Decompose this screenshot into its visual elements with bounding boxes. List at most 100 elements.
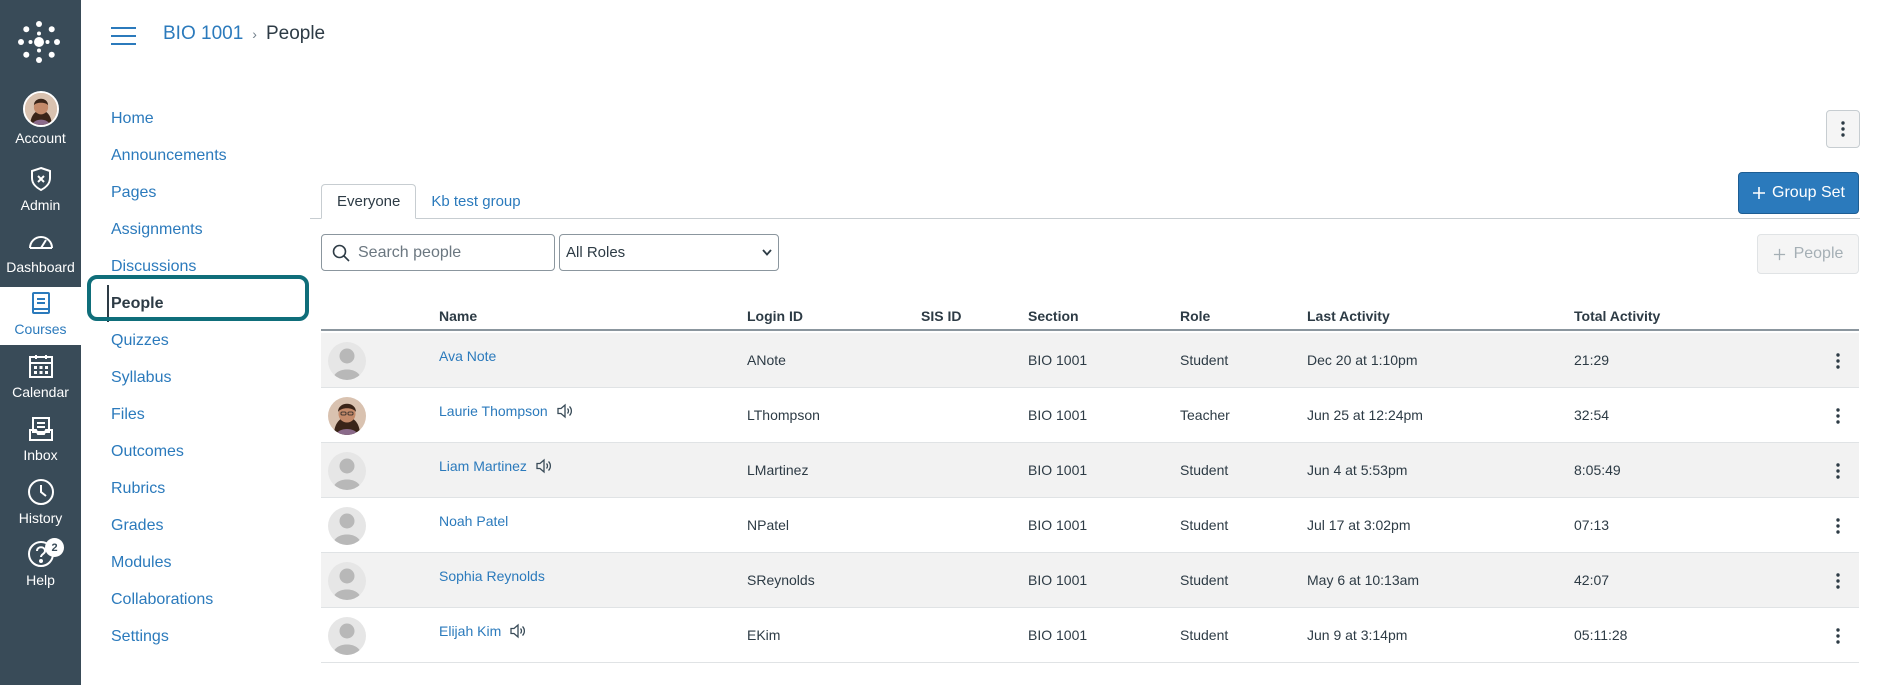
course-nav-outcomes[interactable]: Outcomes xyxy=(111,433,311,470)
course-nav-files[interactable]: Files xyxy=(111,396,311,433)
role: Teacher xyxy=(1180,407,1230,423)
avatar[interactable] xyxy=(328,562,366,600)
section: BIO 1001 xyxy=(1028,517,1088,533)
canvas-logo-icon[interactable] xyxy=(17,20,61,64)
table-row: Laurie Thompson LThompson BIO 1001 Teacher J… xyxy=(321,388,1859,443)
course-nav-settings[interactable]: Settings xyxy=(111,618,311,655)
user-name-link[interactable]: Sophia Reynolds xyxy=(439,568,545,584)
row-options-kebab-icon[interactable] xyxy=(1828,569,1848,593)
course-nav-pages[interactable]: Pages xyxy=(111,174,311,211)
total-activity: 21:29 xyxy=(1574,352,1610,368)
global-nav-account[interactable]: Account xyxy=(0,90,81,152)
search-people-input[interactable] xyxy=(358,243,538,262)
login-id: SReynolds xyxy=(747,572,815,588)
pronunciation-speaker-icon[interactable] xyxy=(509,623,527,639)
user-name-link[interactable]: Liam Martinez xyxy=(439,458,553,474)
roles-select[interactable]: All Roles xyxy=(559,234,779,271)
tabs-divider xyxy=(310,218,1860,219)
breadcrumb-course-link[interactable]: BIO 1001 xyxy=(163,23,243,45)
avatar[interactable] xyxy=(328,617,366,655)
user-name-link[interactable]: Elijah Kim xyxy=(439,623,527,639)
last-activity: Dec 20 at 1:10pm xyxy=(1307,352,1418,368)
row-options-kebab-icon[interactable] xyxy=(1828,349,1848,373)
global-nav-admin[interactable]: Admin xyxy=(0,163,81,225)
global-nav-history[interactable]: History xyxy=(0,476,81,538)
add-people-button[interactable]: People xyxy=(1757,234,1859,274)
user-name-link[interactable]: Ava Note xyxy=(439,348,496,364)
course-nav-syllabus[interactable]: Syllabus xyxy=(111,359,311,396)
login-id: ANote xyxy=(747,352,786,368)
avatar[interactable] xyxy=(328,452,366,490)
user-name[interactable]: Laurie Thompson xyxy=(439,403,548,419)
group-set-label: Group Set xyxy=(1772,184,1845,201)
avatar[interactable] xyxy=(328,507,366,545)
column-header-name[interactable]: Name xyxy=(439,308,477,324)
role: Student xyxy=(1180,517,1229,533)
column-header-sis-id: SIS ID xyxy=(921,308,962,324)
total-activity: 05:11:28 xyxy=(1574,627,1628,643)
course-nav-modules[interactable]: Modules xyxy=(111,544,311,581)
global-nav-label: Admin xyxy=(20,197,61,213)
global-nav-dashboard[interactable]: Dashboard xyxy=(0,225,81,287)
row-options-kebab-icon[interactable] xyxy=(1828,404,1848,428)
row-options-kebab-icon[interactable] xyxy=(1828,514,1848,538)
user-name[interactable]: Sophia Reynolds xyxy=(439,568,545,584)
avatar[interactable] xyxy=(328,397,366,435)
inbox-icon xyxy=(28,413,54,445)
total-activity: 07:13 xyxy=(1574,517,1610,533)
course-nav-quizzes[interactable]: Quizzes xyxy=(111,322,311,359)
section: BIO 1001 xyxy=(1028,462,1088,478)
global-nav-courses[interactable]: Courses xyxy=(0,287,81,345)
page-options-kebab-icon[interactable] xyxy=(1826,110,1860,148)
course-nav-announcements[interactable]: Announcements xyxy=(111,137,311,174)
user-name-link[interactable]: Noah Patel xyxy=(439,513,508,529)
column-header-role: Role xyxy=(1180,308,1211,324)
global-nav-label: Account xyxy=(15,130,66,146)
row-options-kebab-icon[interactable] xyxy=(1828,459,1848,483)
role: Student xyxy=(1180,462,1229,478)
global-nav-label: Courses xyxy=(14,321,67,337)
table-row: Ava Note ANote BIO 1001 Student Dec 20 at 1:… xyxy=(321,333,1859,388)
pronunciation-speaker-icon[interactable] xyxy=(556,403,574,419)
total-activity: 32:54 xyxy=(1574,407,1610,423)
tab-kb-test-group[interactable]: Kb test group xyxy=(416,184,535,219)
breadcrumb-separator: › xyxy=(252,26,257,42)
global-nav-inbox[interactable]: Inbox xyxy=(0,413,81,475)
course-nav-people[interactable]: People xyxy=(107,285,311,322)
table-row: Noah Patel NPatel BIO 1001 Student Jul 17 at… xyxy=(321,498,1859,553)
add-group-set-button[interactable]: Group Set xyxy=(1738,172,1859,214)
account-avatar xyxy=(22,91,59,127)
course-nav-collaborations[interactable]: Collaborations xyxy=(111,581,311,618)
column-header-total-activity: Total Activity xyxy=(1574,308,1661,324)
course-nav-discussions[interactable]: Discussions xyxy=(111,248,311,285)
dashboard-icon xyxy=(27,225,55,257)
user-name[interactable]: Noah Patel xyxy=(439,513,508,529)
login-id: LMartinez xyxy=(747,462,809,478)
total-activity: 42:07 xyxy=(1574,572,1610,588)
avatar[interactable] xyxy=(328,342,366,380)
user-name[interactable]: Liam Martinez xyxy=(439,458,527,474)
breadcrumb: BIO 1001 › People xyxy=(163,23,325,45)
last-activity: Jun 25 at 12:24pm xyxy=(1307,407,1423,423)
hamburger-menu-icon[interactable] xyxy=(111,27,136,45)
global-nav-calendar[interactable]: Calendar xyxy=(0,350,81,412)
pronunciation-speaker-icon[interactable] xyxy=(535,458,553,474)
login-id: LThompson xyxy=(747,407,820,423)
row-options-kebab-icon[interactable] xyxy=(1828,624,1848,648)
global-nav: Account Admin Dashboard Courses Calendar… xyxy=(0,0,81,685)
course-nav-assignments[interactable]: Assignments xyxy=(111,211,311,248)
course-nav-grades[interactable]: Grades xyxy=(111,507,311,544)
people-tabs: Everyone Kb test group xyxy=(321,184,536,219)
user-name[interactable]: Ava Note xyxy=(439,348,496,364)
user-name-link[interactable]: Laurie Thompson xyxy=(439,403,574,419)
course-nav-home[interactable]: Home xyxy=(111,100,311,137)
tab-everyone[interactable]: Everyone xyxy=(321,184,417,219)
total-activity: 8:05:49 xyxy=(1574,462,1621,478)
add-people-label: People xyxy=(1793,245,1844,262)
table-row: Elijah Kim EKim BIO 1001 Student Jun 9 at 3:… xyxy=(321,608,1859,663)
section: BIO 1001 xyxy=(1028,407,1088,423)
global-nav-help[interactable]: 2 Help xyxy=(0,538,81,600)
course-nav-rubrics[interactable]: Rubrics xyxy=(111,470,311,507)
user-name[interactable]: Elijah Kim xyxy=(439,623,501,639)
book-icon xyxy=(30,287,52,319)
